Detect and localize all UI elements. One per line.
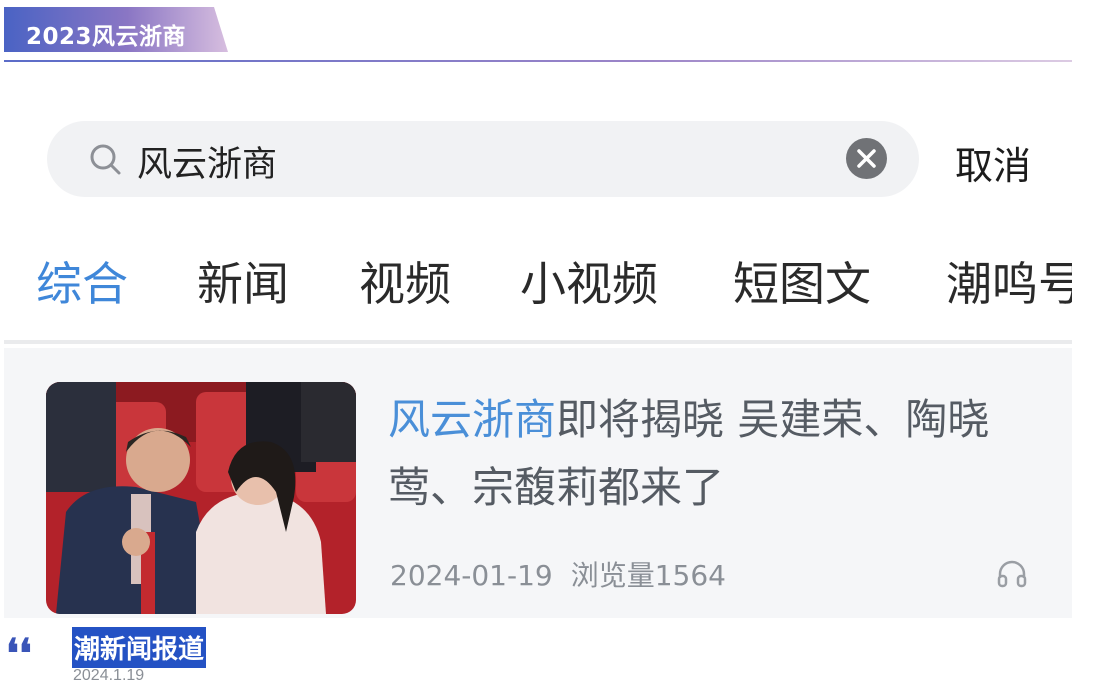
result-views: 浏览量1564 [570,559,726,592]
news-thumbnail-image[interactable] [46,382,356,614]
tab-news[interactable]: 新闻 [197,248,289,312]
result-date: 2024-01-19 [390,559,553,592]
headphones-icon[interactable] [996,558,1028,590]
tab-video[interactable]: 视频 [359,248,451,312]
banner: 2023风云浙商 [4,7,228,52]
quote-icon: ❛❛ [6,630,32,677]
banner-title: 2023风云浙商 [26,24,187,50]
tabs-divider [4,340,1072,344]
banner-divider [4,60,1072,62]
tab-short-video[interactable]: 小视频 [520,248,658,312]
search-result-item[interactable]: 风云浙商即将揭晓 吴建荣、陶晓莺、宗馥莉都来了 2024-01-19 浏览量156… [4,348,1072,618]
search-input[interactable]: 风云浙商 [137,136,277,187]
result-meta: 2024-01-19 浏览量1564 [390,554,726,594]
category-tabs: 综合 新闻 视频 小视频 短图文 潮鸣号 [0,248,1072,312]
source-date: 2024.1.19 [73,667,145,684]
tab-all[interactable]: 综合 [36,248,128,312]
search-icon [90,144,121,175]
source-label: 潮新闻报道 [72,627,207,668]
search-bar[interactable]: 风云浙商 [47,121,919,197]
cancel-button[interactable]: 取消 [955,135,1031,190]
clear-icon[interactable] [846,138,887,179]
tab-photo-text[interactable]: 短图文 [733,248,871,312]
tab-chaoming[interactable]: 潮鸣号 [946,248,1072,312]
result-title[interactable]: 风云浙商即将揭晓 吴建荣、陶晓莺、宗馥莉都来了 [388,386,1048,522]
result-title-highlight: 风云浙商 [388,395,557,444]
